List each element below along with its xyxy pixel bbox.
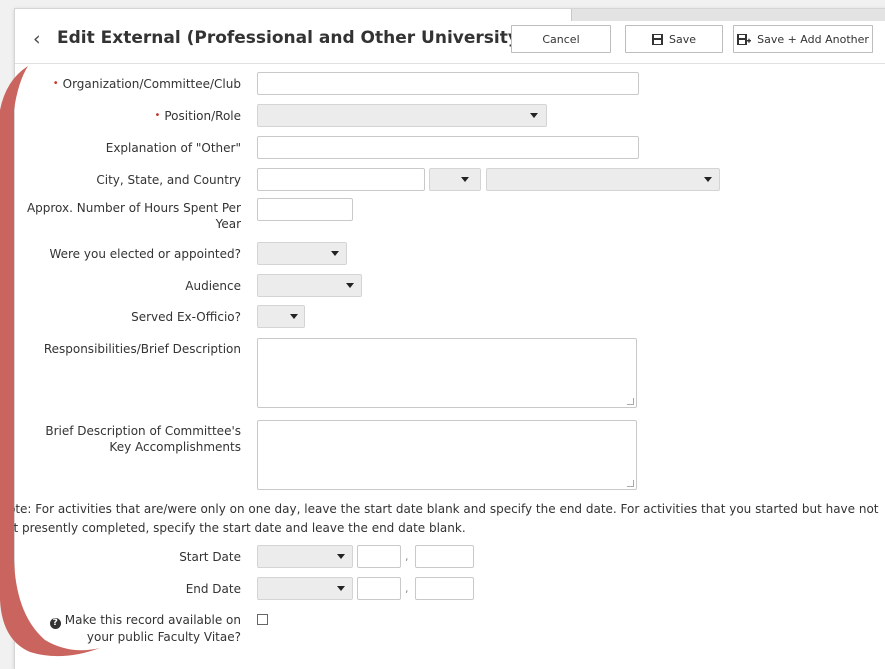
position-select[interactable] (257, 104, 547, 127)
position-label: • Position/Role (15, 108, 241, 124)
start-year-input[interactable] (415, 545, 474, 568)
end-date-label: End Date (185, 582, 241, 596)
chevron-down-icon (704, 177, 712, 182)
save-add-another-button[interactable]: Save + Add Another (733, 25, 873, 53)
resize-handle[interactable] (627, 480, 634, 487)
chevron-down-icon (346, 283, 354, 288)
public-vitae-checkbox[interactable] (257, 614, 268, 625)
end-year-input[interactable] (415, 577, 474, 600)
country-select[interactable] (486, 168, 720, 191)
explanation-label: Explanation of "Other" (105, 141, 241, 155)
date-note: Note: For activities that are/were only … (0, 502, 879, 535)
resize-handle[interactable] (627, 398, 634, 405)
elected-select[interactable] (257, 242, 347, 265)
chevron-down-icon (331, 251, 339, 256)
public-vitae-label: ? Make this record available on your publi… (15, 612, 241, 645)
save-add-another-label: Save + Add Another (757, 32, 869, 46)
organization-input[interactable] (257, 72, 639, 95)
back-chevron-icon[interactable]: ‹ (33, 29, 41, 49)
explanation-input[interactable] (257, 136, 639, 159)
save-button[interactable]: Save (625, 25, 723, 53)
org-label-text: Organization/Committee/Club (62, 77, 241, 91)
chevron-down-icon (290, 314, 298, 319)
city-label: City, State, and Country (96, 173, 241, 187)
accomplishments-textarea[interactable] (257, 420, 637, 490)
exofficio-label: Served Ex-Officio? (131, 310, 241, 324)
save-button-label: Save (668, 32, 696, 46)
responsibilities-textarea[interactable] (257, 338, 637, 408)
cancel-button[interactable]: Cancel (511, 25, 611, 53)
save-plus-icon (737, 33, 752, 45)
chevron-down-icon (530, 113, 538, 118)
public-vitae-label-line-1: Make this record available on (64, 613, 241, 627)
form-header: ‹ Edit External (Professional and Other … (15, 9, 885, 64)
required-marker: • (52, 78, 59, 89)
save-icon (651, 33, 663, 45)
hours-label-line-1: Approx. Number of Hours Spent Per (26, 201, 241, 215)
page-title: Edit External (Professional and Other Un… (57, 28, 527, 48)
public-vitae-label-line-2: your public Faculty Vitae? (86, 630, 241, 644)
accomplishments-label: Brief Description of Committee's Key Acco… (15, 423, 241, 455)
hours-label-line-2: Year (215, 217, 241, 231)
chevron-down-icon (337, 554, 345, 559)
date-separator: , (405, 582, 409, 595)
position-label-text: Position/Role (164, 109, 241, 123)
hours-input[interactable] (257, 198, 353, 221)
chevron-down-icon (461, 177, 469, 182)
end-day-input[interactable] (357, 577, 401, 600)
audience-select[interactable] (257, 274, 362, 297)
audience-label: Audience (185, 279, 241, 293)
org-label: • Organization/Committee/Club (15, 76, 241, 92)
accomplishments-label-line-2: Key Accomplishments (109, 440, 241, 454)
start-month-select[interactable] (257, 545, 353, 568)
start-date-label: Start Date (179, 550, 241, 564)
end-month-select[interactable] (257, 577, 353, 600)
question-circle-icon[interactable]: ? (49, 618, 61, 629)
responsibilities-label: Responsibilities/Brief Description (43, 342, 241, 356)
state-select[interactable] (429, 168, 481, 191)
start-day-input[interactable] (357, 545, 401, 568)
required-marker: • (154, 110, 161, 121)
accomplishments-label-line-1: Brief Description of Committee's (45, 424, 241, 438)
chevron-down-icon (337, 586, 345, 591)
elected-label: Were you elected or appointed? (49, 247, 241, 261)
edit-form-panel: ‹ Edit External (Professional and Other … (0, 8, 885, 669)
date-separator: , (405, 550, 409, 563)
cancel-button-label: Cancel (542, 32, 580, 46)
hours-label: Approx. Number of Hours Spent Per Year (0, 200, 241, 232)
exofficio-select[interactable] (257, 305, 305, 328)
city-input[interactable] (257, 168, 425, 191)
